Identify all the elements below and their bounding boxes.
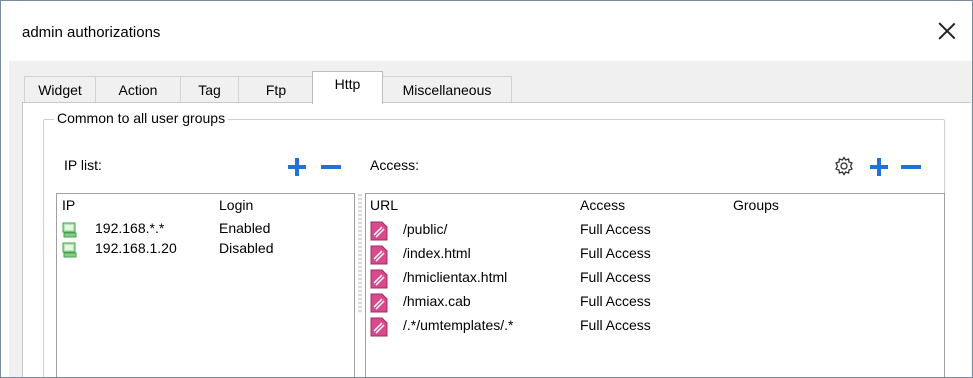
computer-icon [62,242,77,258]
access-cell: Full Access [580,293,651,309]
table-row[interactable]: /hmiax.cab Full Access [370,293,935,316]
tab-http[interactable]: Http [312,71,383,104]
access-cell: Full Access [580,317,651,333]
add-ip-plus-icon[interactable] [288,158,306,176]
access-label: Access: [370,157,420,173]
group-title: Common to all user groups [54,110,229,126]
url-cell: /.*/umtemplates/.* [403,317,514,333]
url-column-header[interactable]: URL [370,197,398,213]
access-table[interactable]: URL Access Groups /public/ Full Access /… [365,193,945,377]
gear-icon[interactable] [834,156,854,176]
table-row[interactable]: /index.html Full Access [370,245,935,268]
login-cell: Disabled [219,240,274,256]
ip-cell: 192.168.1.20 [95,240,177,256]
add-access-plus-icon[interactable] [870,158,888,176]
dialog-title: admin authorizations [22,24,161,41]
access-cell: Full Access [580,269,651,285]
tab-ftp[interactable]: Ftp [238,76,314,103]
login-column-header[interactable]: Login [219,197,253,213]
remove-ip-minus-icon[interactable] [321,165,341,169]
web-page-icon [370,269,388,289]
tab-action[interactable]: Action [95,76,181,103]
table-row[interactable]: /hmiclientax.html Full Access [370,269,935,292]
close-icon[interactable] [935,19,959,43]
http-tab-panel: Common to all user groups IP list: Acces… [22,102,971,377]
title-bar: admin authorizations [1,1,972,61]
url-cell: /public/ [403,221,448,237]
tab-miscellaneous[interactable]: Miscellaneous [382,76,512,103]
tab-tag[interactable]: Tag [180,76,239,103]
table-row[interactable]: 192.168.1.20 Disabled [62,240,347,263]
access-cell: Full Access [580,221,651,237]
ip-list-label: IP list: [64,157,102,173]
tab-widget[interactable]: Widget [24,76,96,103]
access-cell: Full Access [580,245,651,261]
ip-cell: 192.168.*.* [95,220,165,236]
url-cell: /hmiclientax.html [403,269,508,285]
web-page-icon [370,293,388,313]
web-page-icon [370,221,388,241]
remove-access-minus-icon[interactable] [901,165,921,169]
groups-column-header[interactable]: Groups [733,197,779,213]
url-cell: /index.html [403,245,471,261]
web-page-icon [370,317,388,337]
table-row[interactable]: /.*/umtemplates/.* Full Access [370,317,935,340]
table-row[interactable]: /public/ Full Access [370,221,935,244]
access-column-header[interactable]: Access [580,197,625,213]
url-cell: /hmiax.cab [403,293,471,309]
computer-icon [62,222,77,238]
admin-authorizations-dialog: admin authorizations Widget Action Tag F… [0,0,973,378]
ip-column-header[interactable]: IP [62,197,75,213]
login-cell: Enabled [219,220,271,236]
ip-list-table[interactable]: IP Login 192.168.*.* Enabled 192.168.1.2… [56,193,355,377]
panel-splitter[interactable] [358,194,362,314]
dialog-body: Widget Action Tag Ftp Http Miscellaneous… [9,61,972,377]
web-page-icon [370,245,388,265]
